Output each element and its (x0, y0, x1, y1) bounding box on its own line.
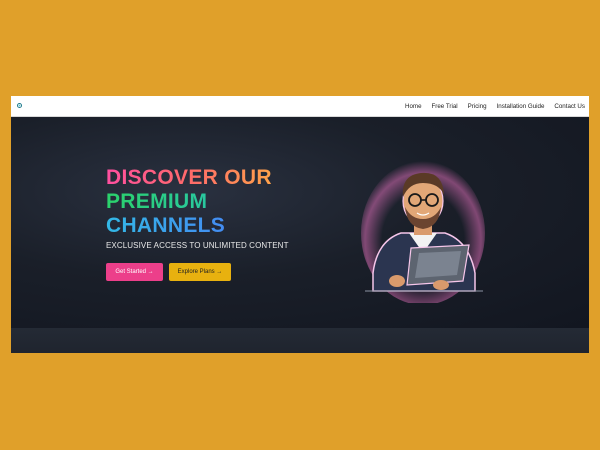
hero-title: DISCOVER OUR PREMIUM CHANNELS (106, 166, 272, 238)
nav-links: Home Free Trial Pricing Installation Gui… (405, 96, 585, 117)
man-with-laptop-illustration (361, 161, 485, 303)
nav-link-free-trial[interactable]: Free Trial (432, 103, 458, 110)
explore-plans-button[interactable]: Explore Plans → (169, 263, 231, 281)
nav-link-home[interactable]: Home (405, 103, 422, 110)
navbar: Home Free Trial Pricing Installation Gui… (11, 96, 589, 117)
nav-link-pricing[interactable]: Pricing (468, 103, 487, 110)
logo-icon[interactable] (17, 103, 22, 108)
hero-title-line-2: PREMIUM (106, 190, 272, 214)
browser-viewport: Home Free Trial Pricing Installation Gui… (11, 96, 589, 353)
hero-title-line-3: CHANNELS (106, 214, 272, 238)
hero-section: DISCOVER OUR PREMIUM CHANNELS EXCLUSIVE … (11, 117, 589, 328)
get-started-button[interactable]: Get Started → (106, 263, 163, 281)
section-divider (11, 328, 589, 353)
nav-link-contact-us[interactable]: Contact Us (554, 103, 585, 110)
hero-subtitle: EXCLUSIVE ACCESS TO UNLIMITED CONTENT (106, 241, 289, 250)
nav-link-installation-guide[interactable]: Installation Guide (497, 103, 545, 110)
hero-title-line-1: DISCOVER OUR (106, 166, 272, 189)
